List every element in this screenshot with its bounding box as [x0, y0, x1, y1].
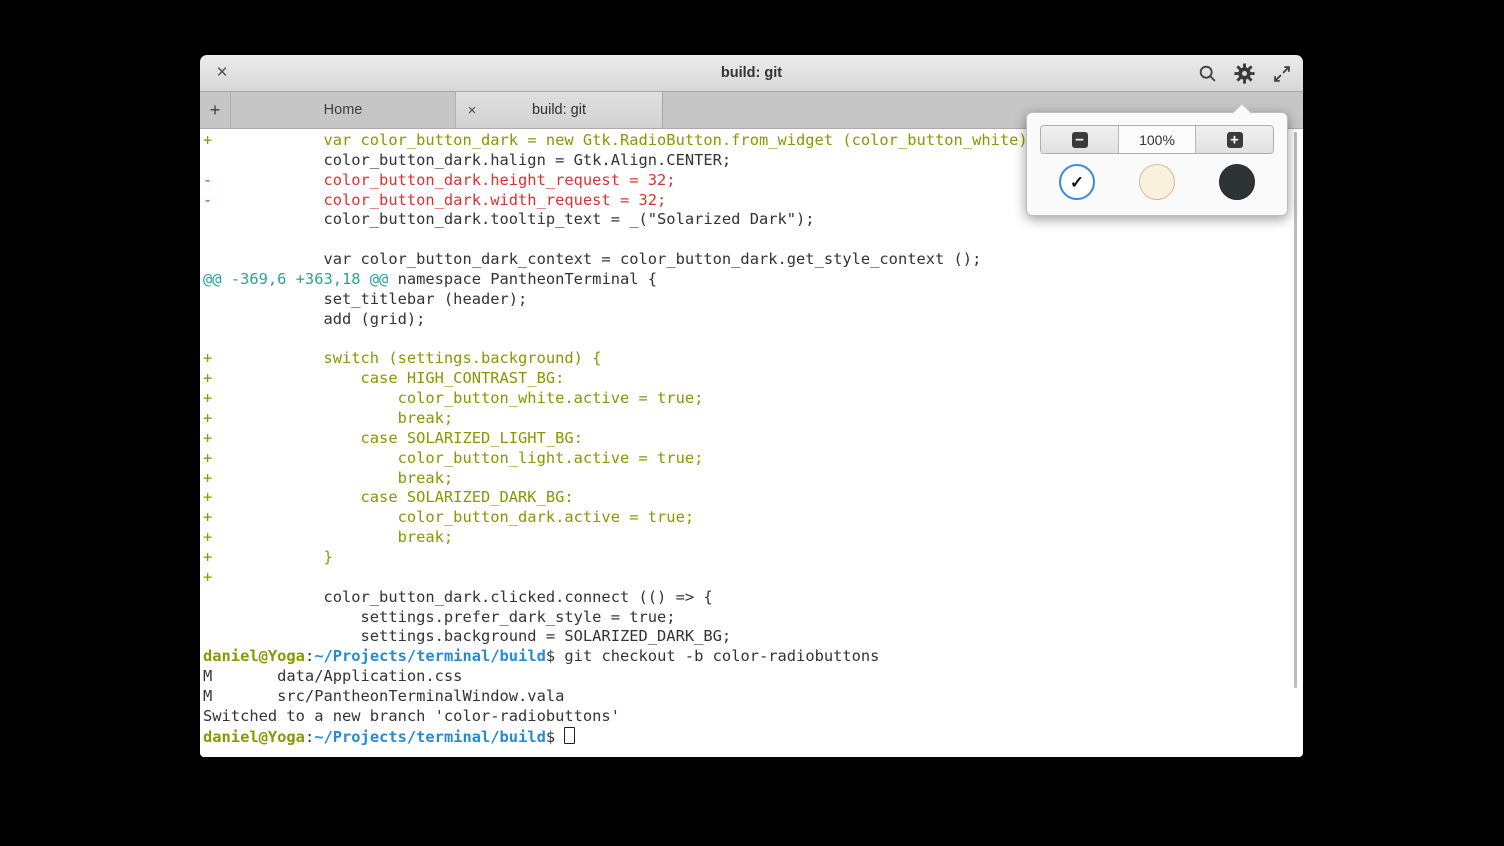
terminal-line: set_titlebar (header);: [203, 290, 1303, 310]
terminal-text-segment: namespace PantheonTerminal {: [388, 270, 657, 288]
search-button[interactable]: [1194, 60, 1221, 87]
plus-icon: +: [210, 100, 221, 120]
terminal-text-segment: @@ -369,6 +363,18 @@: [203, 270, 388, 288]
terminal-line: daniel@Yoga:~/Projects/terminal/build$ g…: [203, 647, 1303, 667]
terminal-text-segment: ~/Projects/terminal/build: [314, 647, 546, 665]
terminal-line: + break;: [203, 409, 1303, 429]
tab-build-git[interactable]: × build: git: [456, 92, 663, 128]
terminal-text-segment: var color_button_dark_context = color_bu…: [203, 250, 981, 268]
theme-solarized-dark-button[interactable]: [1219, 164, 1255, 200]
desktop-background: × build: git: [0, 0, 1504, 846]
terminal-text-segment: - color_button_dark.width_request = 32;: [203, 191, 666, 209]
terminal-text-segment: +: [203, 568, 212, 586]
tab-close-button[interactable]: ×: [461, 99, 483, 121]
terminal-text-segment: $ git checkout -b color-radiobuttons: [546, 647, 880, 665]
tab-label: Home: [324, 102, 363, 118]
terminal-text-segment: + switch (settings.background) {: [203, 349, 601, 367]
settings-button[interactable]: [1231, 60, 1258, 87]
terminal-text-segment: + case SOLARIZED_DARK_BG:: [203, 488, 574, 506]
zoom-control: − 100% +: [1040, 125, 1274, 154]
terminal-line: +: [203, 568, 1303, 588]
expand-icon: [1271, 63, 1293, 85]
terminal-text-segment: - color_button_dark.height_request = 32;: [203, 171, 676, 189]
terminal-text-segment: + color_button_white.active = true;: [203, 389, 703, 407]
terminal-text-segment: + var color_button_dark = new Gtk.RadioB…: [203, 131, 1037, 149]
terminal-text-segment: :: [305, 728, 314, 746]
terminal-text-segment: color_button_dark.clicked.connect (() =>…: [203, 588, 713, 606]
terminal-text-segment: :: [305, 647, 314, 665]
terminal-lines: + var color_button_dark = new Gtk.RadioB…: [203, 131, 1303, 747]
terminal-line: + switch (settings.background) {: [203, 349, 1303, 369]
terminal-text-segment: + }: [203, 548, 333, 566]
theme-solarized-light-button[interactable]: [1139, 164, 1175, 200]
terminal-text-segment: Switched to a new branch 'color-radiobut…: [203, 707, 620, 725]
terminal-text-segment: + color_button_light.active = true;: [203, 449, 703, 467]
zoom-out-button[interactable]: −: [1041, 126, 1119, 153]
terminal-text-segment: M data/Application.css: [203, 667, 462, 685]
tab-home[interactable]: Home: [231, 92, 456, 128]
terminal-line: daniel@Yoga:~/Projects/terminal/build$: [203, 727, 1303, 747]
terminal-text-segment: color_button_dark.halign = Gtk.Align.CEN…: [203, 151, 731, 169]
terminal-line: + break;: [203, 528, 1303, 548]
terminal-text-segment: add (grid);: [203, 310, 425, 328]
terminal-text-segment: daniel@Yoga: [203, 728, 305, 746]
theme-switcher: ✓: [1027, 164, 1287, 200]
terminal-line: [203, 230, 1303, 250]
terminal-text-segment: daniel@Yoga: [203, 647, 305, 665]
terminal-line: settings.background = SOLARIZED_DARK_BG;: [203, 627, 1303, 647]
terminal-text-segment: settings.prefer_dark_style = true;: [203, 608, 676, 626]
terminal-line: + break;: [203, 469, 1303, 489]
terminal-line: + case SOLARIZED_LIGHT_BG:: [203, 429, 1303, 449]
new-tab-button[interactable]: +: [200, 92, 231, 128]
scrollbar[interactable]: [1294, 132, 1297, 688]
terminal-text-segment: color_button_dark.tooltip_text = _("Sola…: [203, 210, 815, 228]
zoom-in-icon: +: [1227, 132, 1243, 148]
terminal-cursor: [564, 727, 575, 744]
terminal-line: Switched to a new branch 'color-radiobut…: [203, 707, 1303, 727]
terminal-line: + case HIGH_CONTRAST_BG:: [203, 369, 1303, 389]
zoom-out-icon: −: [1072, 132, 1088, 148]
search-icon: [1197, 63, 1219, 85]
terminal-text-segment: set_titlebar (header);: [203, 290, 527, 308]
window-title: build: git: [200, 55, 1303, 92]
terminal-text-segment: + color_button_dark.active = true;: [203, 508, 694, 526]
terminal-line: settings.prefer_dark_style = true;: [203, 608, 1303, 628]
terminal-text-segment: ~/Projects/terminal/build: [314, 728, 546, 746]
terminal-line: + color_button_dark.active = true;: [203, 508, 1303, 528]
terminal-text-segment: + case HIGH_CONTRAST_BG:: [203, 369, 564, 387]
terminal-text-segment: settings.background = SOLARIZED_DARK_BG;: [203, 627, 731, 645]
settings-popover: − 100% + ✓: [1026, 112, 1288, 216]
terminal-line: + color_button_white.active = true;: [203, 389, 1303, 409]
terminal-line: [203, 330, 1303, 350]
terminal-text-segment: + break;: [203, 409, 453, 427]
terminal-line: add (grid);: [203, 310, 1303, 330]
terminal-line: M src/PantheonTerminalWindow.vala: [203, 687, 1303, 707]
gear-icon: [1233, 62, 1256, 85]
fullscreen-button[interactable]: [1268, 60, 1295, 87]
zoom-in-button[interactable]: +: [1195, 126, 1273, 153]
checkmark-icon: ✓: [1070, 174, 1084, 191]
titlebar-actions: [1194, 55, 1295, 92]
terminal-text-segment: + break;: [203, 469, 453, 487]
tab-close-icon: ×: [468, 102, 477, 119]
theme-high-contrast-button[interactable]: ✓: [1059, 164, 1095, 200]
terminal-line: @@ -369,6 +363,18 @@ namespace PantheonT…: [203, 270, 1303, 290]
terminal-text-segment: + break;: [203, 528, 453, 546]
terminal-output[interactable]: + var color_button_dark = new Gtk.RadioB…: [200, 129, 1303, 757]
terminal-text-segment: M src/PantheonTerminalWindow.vala: [203, 687, 564, 705]
terminal-line: + color_button_light.active = true;: [203, 449, 1303, 469]
terminal-line: color_button_dark.clicked.connect (() =>…: [203, 588, 1303, 608]
terminal-line: var color_button_dark_context = color_bu…: [203, 250, 1303, 270]
terminal-line: + case SOLARIZED_DARK_BG:: [203, 488, 1303, 508]
tab-label: build: git: [532, 102, 586, 118]
terminal-line: M data/Application.css: [203, 667, 1303, 687]
terminal-text-segment: $: [546, 728, 565, 746]
terminal-line: + }: [203, 548, 1303, 568]
terminal-text-segment: + case SOLARIZED_LIGHT_BG:: [203, 429, 583, 447]
titlebar: × build: git: [200, 55, 1303, 92]
zoom-level: 100%: [1119, 126, 1195, 153]
